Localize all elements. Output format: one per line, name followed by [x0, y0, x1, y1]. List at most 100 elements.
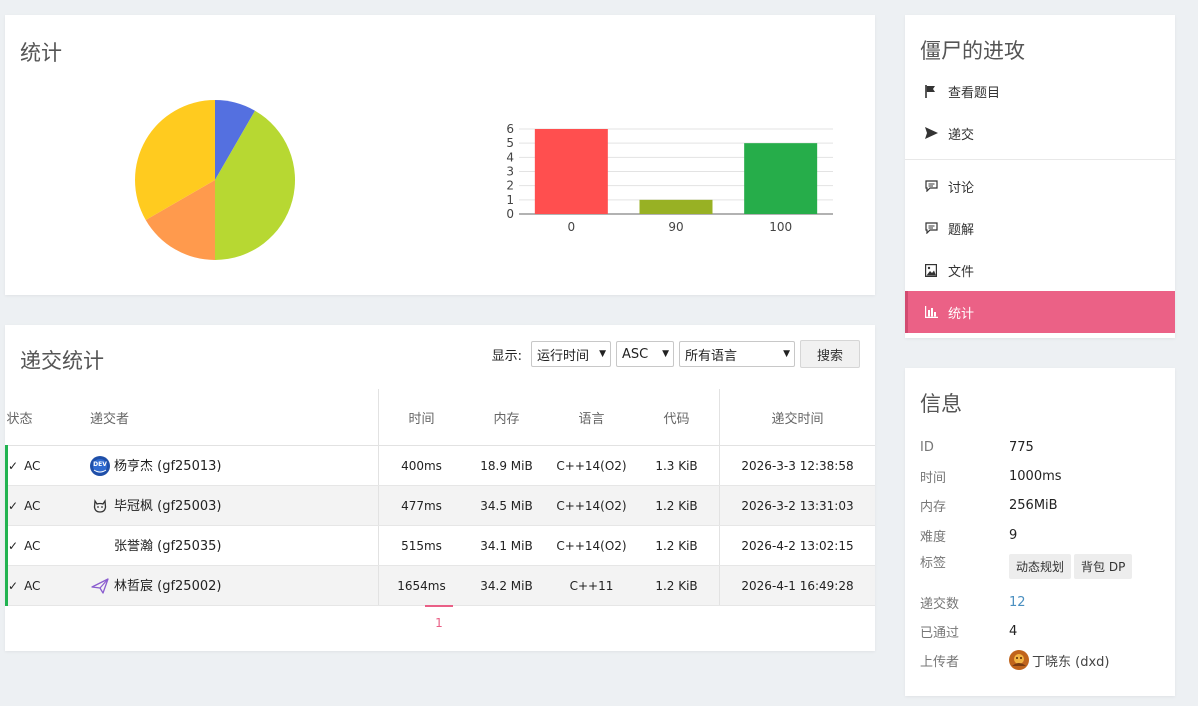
language-cell: C++14(O2)	[549, 485, 634, 526]
x-tick-label: 100	[769, 220, 792, 234]
search-button[interactable]: 搜索	[800, 340, 860, 368]
language-cell: C++14(O2)	[549, 445, 634, 486]
y-tick-label: 3	[506, 165, 514, 179]
submissions-title: 递交统计	[20, 349, 104, 373]
nav-item-solution[interactable]: 题解	[905, 207, 1175, 249]
problem-title: 僵尸的进攻	[920, 39, 1025, 63]
y-tick-label: 0	[506, 207, 514, 221]
tag-list: 动态规划 背包 DP	[1009, 553, 1135, 579]
header-status[interactable]: 状态	[6, 389, 90, 446]
nav-item-files[interactable]: 文件	[905, 249, 1175, 291]
table-row: ✓ AC 毕冠枫 (gf25003) 477ms 34.5 MiB C++14(O…	[5, 485, 875, 526]
display-label: 显示:	[491, 348, 522, 364]
code-cell[interactable]: 1.2 KiB	[634, 485, 720, 526]
user-cell: 张誉瀚 (gf25035)	[90, 525, 379, 566]
uploader[interactable]: 丁晓东 (dxd)	[1009, 650, 1109, 670]
nav-divider	[905, 159, 1175, 160]
dev-avatar-icon: DEV	[90, 456, 110, 477]
chevron-down-icon: ▼	[599, 349, 606, 359]
memory-cell: 34.1 MiB	[464, 525, 549, 566]
problem-nav-panel: 僵尸的进攻 查看题目 递交 讨论 题解 文件 统计	[905, 15, 1175, 338]
nav-item-statistics[interactable]: 统计	[905, 291, 1175, 333]
info-key: 已通过	[920, 625, 960, 641]
language-select[interactable]: 所有语言 ▼	[679, 341, 795, 367]
pagination-page-1[interactable]: 1	[425, 616, 453, 630]
tag-dp[interactable]: 动态规划	[1009, 553, 1072, 579]
nav-item-discussion[interactable]: 讨论	[905, 165, 1175, 207]
sort-order-select[interactable]: ASC ▼	[616, 341, 674, 367]
pagination: 1	[425, 605, 453, 630]
code-cell[interactable]: 1.3 KiB	[634, 445, 720, 486]
header-memory[interactable]: 内存	[464, 389, 549, 446]
sort-field-select[interactable]: 运行时间 ▼	[531, 341, 611, 367]
uploader-avatar-icon	[1009, 650, 1029, 670]
user-link[interactable]: 林哲宸 (gf25002)	[114, 579, 221, 594]
code-cell[interactable]: 1.2 KiB	[634, 565, 720, 606]
user-link[interactable]: 张誉瀚 (gf25035)	[114, 539, 221, 554]
header-submit-time[interactable]: 递交时间	[719, 389, 875, 446]
info-row-tags: 标签 动态规划 背包 DP	[920, 552, 1170, 580]
info-row-submissions: 递交数 12	[920, 590, 1170, 614]
nav-item-label: 查看题目	[948, 85, 1001, 101]
info-row-uploader: 上传者 丁晓东 (dxd)	[920, 648, 1170, 672]
table-row: ✓ AC DEV 杨亨杰 (gf25013) 400ms 18.9 MiB C++…	[5, 445, 875, 486]
status-cell[interactable]: ✓ AC	[5, 525, 90, 566]
sort-field-value: 运行时间	[537, 348, 590, 364]
nav-item-label: 递交	[948, 127, 975, 143]
nav-item-label: 文件	[948, 264, 975, 280]
status-cell[interactable]: ✓ AC	[5, 485, 90, 526]
y-tick-label: 2	[506, 179, 514, 193]
image-file-icon	[924, 263, 938, 277]
bar[interactable]	[744, 143, 818, 214]
submissions-count-link[interactable]: 12	[1009, 595, 1026, 610]
y-tick-label: 4	[506, 150, 514, 164]
user-link[interactable]: 杨亨杰 (gf25013)	[114, 459, 221, 474]
x-tick-label: 90	[668, 220, 683, 234]
header-user[interactable]: 递交者	[90, 389, 379, 446]
info-key: 难度	[920, 529, 947, 545]
header-code[interactable]: 代码	[634, 389, 720, 446]
check-icon: ✓	[8, 458, 19, 473]
info-key: 内存	[920, 499, 947, 515]
solution-icon	[924, 221, 938, 235]
memory-cell: 34.5 MiB	[464, 485, 549, 526]
header-time[interactable]: 时间	[378, 389, 464, 446]
paper-plane-avatar-icon	[91, 578, 109, 594]
check-icon: ✓	[8, 578, 19, 593]
info-key: 递交数	[920, 596, 960, 612]
nav-item-label: 讨论	[948, 180, 975, 196]
bar[interactable]	[534, 129, 608, 214]
submissions-panel: 递交统计 显示: 运行时间 ▼ ASC ▼ 所有语言 ▼ 搜索 状态 递交者 时…	[5, 325, 875, 651]
memory-cell: 18.9 MiB	[464, 445, 549, 486]
user-cell: 毕冠枫 (gf25003)	[90, 485, 379, 526]
nav-item-submit[interactable]: 递交	[905, 112, 1175, 154]
user-link[interactable]: 毕冠枫 (gf25003)	[114, 499, 221, 514]
y-tick-label: 1	[506, 193, 514, 207]
bar[interactable]	[639, 199, 713, 214]
sort-order-value: ASC	[622, 346, 649, 362]
status-cell[interactable]: ✓ AC	[5, 565, 90, 606]
user-cell: 林哲宸 (gf25002)	[90, 565, 379, 606]
info-key: 标签	[920, 556, 947, 571]
flag-icon	[924, 84, 938, 98]
time-cell: 515ms	[378, 525, 464, 566]
tag-knapsack-dp[interactable]: 背包 DP	[1074, 553, 1133, 579]
submit-time-cell: 2026-4-1 16:49:28	[719, 565, 875, 606]
status-cell[interactable]: ✓ AC	[5, 445, 90, 486]
memory-cell: 34.2 MiB	[464, 565, 549, 606]
send-icon	[924, 126, 938, 140]
header-language[interactable]: 语言	[549, 389, 634, 446]
info-panel: 信息 ID 775 时间 1000ms 内存 256MiB 难度 9 标签 动态…	[905, 368, 1175, 696]
filter-bar: 显示: 运行时间 ▼ ASC ▼ 所有语言 ▼ 搜索	[492, 340, 860, 368]
code-cell[interactable]: 1.2 KiB	[634, 525, 720, 566]
info-key: 上传者	[920, 654, 960, 670]
blank-avatar	[90, 536, 110, 556]
language-cell: C++14(O2)	[549, 525, 634, 566]
pagination-active-bar	[425, 605, 453, 607]
submit-time-cell: 2026-3-2 13:31:03	[719, 485, 875, 526]
bar-chart-icon	[924, 305, 938, 319]
info-row-time: 时间 1000ms	[920, 464, 1170, 488]
info-key: 时间	[920, 470, 947, 486]
svg-text:DEV: DEV	[93, 461, 107, 468]
nav-item-view-problem[interactable]: 查看题目	[905, 70, 1175, 112]
